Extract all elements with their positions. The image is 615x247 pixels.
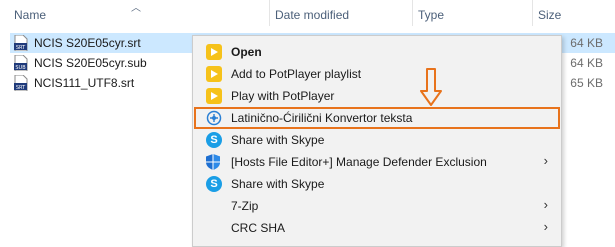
menu-item-7zip[interactable]: 7-Zip ›	[194, 195, 560, 217]
menu-item-label: 7-Zip	[231, 199, 259, 213]
column-divider[interactable]	[412, 0, 413, 26]
potplayer-icon	[206, 66, 222, 82]
potplayer-icon	[206, 88, 222, 104]
column-name[interactable]: Name	[14, 8, 46, 22]
srt-file-icon: SRT	[14, 75, 28, 91]
menu-item-label: Open	[231, 45, 262, 59]
menu-item-crc-sha[interactable]: CRC SHA ›	[194, 217, 560, 239]
svg-text:SRT: SRT	[16, 85, 26, 91]
menu-item-label: Share with Skype	[231, 133, 325, 147]
column-header: ︿ Name Date modified Type Size	[0, 0, 615, 30]
column-divider[interactable]	[532, 0, 533, 26]
file-size: 65 KB	[570, 76, 603, 90]
column-type[interactable]: Type	[418, 8, 444, 22]
chevron-right-icon: ›	[543, 153, 548, 168]
chevron-right-icon: ›	[543, 219, 548, 234]
column-date-modified[interactable]: Date modified	[275, 8, 349, 22]
menu-item-label: CRC SHA	[231, 221, 286, 235]
menu-item-share-with-skype[interactable]: S Share with Skype	[194, 129, 560, 151]
file-size: 64 KB	[570, 56, 603, 70]
file-name[interactable]: NCIS111_UTF8.srt	[34, 76, 134, 90]
column-divider[interactable]	[269, 0, 270, 26]
column-size[interactable]: Size	[538, 8, 561, 22]
srt-file-icon: SRT	[14, 35, 28, 51]
menu-item-label: Share with Skype	[231, 177, 325, 191]
svg-text:SRT: SRT	[16, 45, 26, 51]
menu-item-label: Add to PotPlayer playlist	[231, 67, 362, 81]
down-arrow-icon	[420, 68, 442, 106]
menu-item-label: Latinično-Ćirilični Konvertor teksta	[231, 111, 413, 125]
file-name[interactable]: NCIS S20E05cyr.srt	[34, 36, 141, 50]
file-size: 64 KB	[570, 36, 603, 50]
potplayer-icon	[206, 44, 222, 60]
file-name[interactable]: NCIS S20E05cyr.sub	[34, 56, 147, 70]
skype-icon: S	[206, 176, 222, 192]
menu-item-play-with-potplayer[interactable]: Play with PotPlayer	[194, 85, 560, 107]
context-menu: Open Add to PotPlayer playlist Play with…	[192, 35, 562, 247]
menu-item-manage-defender-exclusion[interactable]: [Hosts File Editor+] Manage Defender Exc…	[194, 151, 560, 173]
sub-file-icon: SUB	[14, 55, 28, 71]
svg-text:SUB: SUB	[15, 65, 26, 71]
menu-item-add-to-playlist[interactable]: Add to PotPlayer playlist	[194, 63, 560, 85]
defender-shield-icon	[206, 154, 220, 170]
skype-icon: S	[206, 132, 222, 148]
menu-item-label: Play with PotPlayer	[231, 89, 335, 103]
menu-item-share-with-skype[interactable]: S Share with Skype	[194, 173, 560, 195]
menu-item-open[interactable]: Open	[194, 41, 560, 63]
converter-icon	[206, 110, 222, 126]
menu-item-label: [Hosts File Editor+] Manage Defender Exc…	[231, 155, 487, 169]
menu-item-latin-cyrillic-converter[interactable]: Latinično-Ćirilični Konvertor teksta	[194, 107, 560, 129]
chevron-right-icon: ›	[543, 197, 548, 212]
sort-ascending-icon[interactable]: ︿	[131, 0, 141, 14]
